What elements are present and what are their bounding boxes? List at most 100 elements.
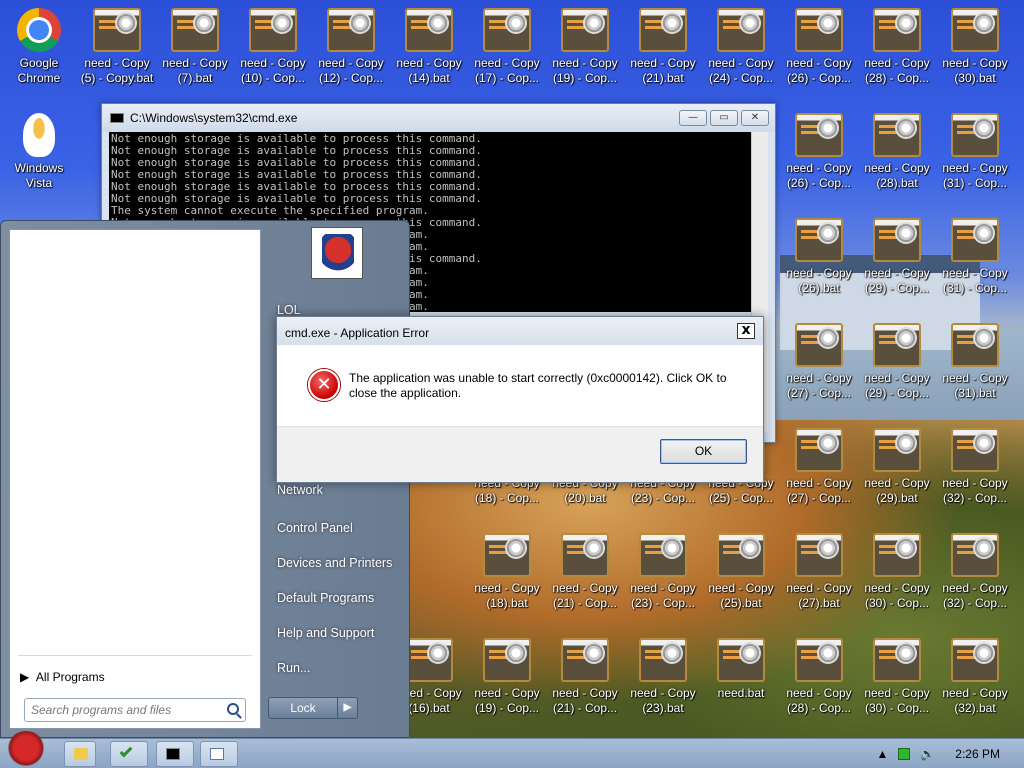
batch-file-icon — [873, 113, 921, 157]
desktop-icon-label: need - Copy (25).bat — [708, 581, 774, 610]
desktop-icon-bat[interactable]: need - Copy (10) - Cop... — [234, 8, 312, 86]
start-user-name[interactable]: LOL — [277, 303, 301, 317]
desktop-icon-bat[interactable]: need - Copy (27) - Cop... — [780, 323, 858, 401]
desktop-icon-label: need - Copy (31) - Cop... — [942, 266, 1008, 295]
desktop-icon-bat[interactable]: need - Copy (26) - Cop... — [780, 113, 858, 191]
desktop-icon-bat[interactable]: need - Copy (28).bat — [858, 113, 936, 191]
chrome-icon — [17, 8, 61, 52]
desktop-icon-bat[interactable]: need - Copy (29) - Cop... — [858, 218, 936, 296]
taskbar-program-button[interactable] — [110, 741, 148, 767]
desktop-icon-bat[interactable]: need - Copy (31) - Cop... — [936, 218, 1014, 296]
desktop-icon-bat[interactable]: need - Copy (21).bat — [624, 8, 702, 86]
desktop-icon-bat[interactable]: need - Copy (19) - Cop... — [468, 638, 546, 716]
network-icon[interactable] — [898, 748, 911, 760]
desktop-icon-bat[interactable]: need - Copy (7).bat — [156, 8, 234, 86]
desktop-icon-label: need - Copy (27).bat — [786, 581, 852, 610]
start-menu-item[interactable]: Control Panel — [277, 521, 353, 535]
search-icon[interactable] — [227, 703, 239, 715]
batch-file-icon — [717, 638, 765, 682]
batch-file-icon — [483, 533, 531, 577]
lock-button[interactable]: Lock ▶ — [268, 697, 358, 719]
desktop-icon-bat[interactable]: need - Copy (30) - Cop... — [858, 638, 936, 716]
desktop-icon-bat[interactable]: need - Copy (23).bat — [624, 638, 702, 716]
desktop-icon-label: Google Chrome — [17, 56, 61, 85]
maximize-button[interactable]: ▭ — [710, 110, 738, 126]
batch-file-icon — [561, 8, 609, 52]
desktop-icon-bat[interactable]: need - Copy (24) - Cop... — [702, 8, 780, 86]
desktop-icon-bat[interactable]: need - Copy (28) - Cop... — [858, 8, 936, 86]
desktop-icon-bat[interactable]: need - Copy (27).bat — [780, 533, 858, 611]
vista-icon — [23, 113, 55, 157]
ok-button[interactable]: OK — [660, 439, 747, 464]
desktop-icon-label: need - Copy (30).bat — [942, 56, 1008, 85]
desktop-icon-bat[interactable]: need - Copy (28) - Cop... — [780, 638, 858, 716]
minimize-button[interactable]: — — [679, 110, 707, 126]
start-button[interactable] — [4, 731, 48, 768]
desktop-icon-bat[interactable]: need - Copy (26).bat — [780, 218, 858, 296]
desktop-icon-label: need - Copy (21) - Cop... — [552, 686, 618, 715]
desktop-icon-label: need - Copy (23) - Cop... — [630, 581, 696, 610]
batch-file-icon — [249, 8, 297, 52]
batch-file-icon — [873, 533, 921, 577]
lock-options-arrow[interactable]: ▶ — [337, 698, 357, 718]
desktop-icon-label: need - Copy (30) - Cop... — [864, 686, 930, 715]
desktop-icon-egg[interactable]: Windows Vista — [0, 113, 78, 191]
dialog-close-button[interactable]: x — [737, 323, 755, 339]
desktop-icon-bat[interactable]: need - Copy (29) - Cop... — [858, 323, 936, 401]
desktop-icon-bat[interactable]: need - Copy (5) - Copy.bat — [78, 8, 156, 86]
search-input[interactable]: Search programs and files — [24, 698, 246, 722]
desktop-icon-bat[interactable]: need - Copy (21) - Cop... — [546, 638, 624, 716]
close-button[interactable]: ✕ — [741, 110, 769, 126]
taskbar-explorer-button[interactable] — [64, 741, 96, 767]
desktop-icon-bat[interactable]: need - Copy (14).bat — [390, 8, 468, 86]
taskbar-cmd-button[interactable] — [156, 741, 194, 767]
desktop-icon-label: need - Copy (18).bat — [474, 581, 540, 610]
cmd-titlebar[interactable]: C:\Windows\system32\cmd.exe — [102, 104, 775, 132]
desktop-icon-bat[interactable]: need - Copy (30) - Cop... — [858, 533, 936, 611]
batch-file-icon — [795, 8, 843, 52]
desktop-icon-label: need - Copy (14).bat — [396, 56, 462, 85]
batch-file-icon — [483, 8, 531, 52]
desktop-icon-bat[interactable]: need - Copy (31).bat — [936, 323, 1014, 401]
all-programs-button[interactable]: ▶ All Programs — [20, 670, 105, 684]
dialog-titlebar[interactable]: cmd.exe - Application Error — [277, 317, 763, 345]
desktop-icon-label: need - Copy (26) - Cop... — [786, 56, 852, 85]
error-icon: ✕ — [308, 369, 340, 401]
desktop-icon-label: need - Copy (31) - Cop... — [942, 161, 1008, 190]
start-menu-item[interactable]: Default Programs — [277, 591, 374, 605]
all-programs-label: All Programs — [35, 670, 105, 684]
start-menu-item[interactable]: Network — [277, 483, 323, 497]
start-menu-item[interactable]: Devices and Printers — [277, 556, 392, 570]
start-menu-item[interactable]: Run... — [277, 661, 310, 675]
desktop-icon-bat[interactable]: need - Copy (17) - Cop... — [468, 8, 546, 86]
desktop-icon-label: need - Copy (26).bat — [786, 266, 852, 295]
desktop-icon-bat[interactable]: need - Copy (21) - Cop... — [546, 533, 624, 611]
desktop-icon-bat[interactable]: need - Copy (32) - Cop... — [936, 533, 1014, 611]
batch-file-icon — [639, 8, 687, 52]
console-icon — [110, 113, 124, 123]
desktop-icon-bat[interactable]: need - Copy (12) - Cop... — [312, 8, 390, 86]
start-menu-item[interactable]: Help and Support — [277, 626, 374, 640]
desktop-icon-label: need - Copy (21).bat — [630, 56, 696, 85]
desktop-icon-label: need - Copy (7).bat — [162, 56, 228, 85]
desktop-icon-bat[interactable]: need - Copy (29).bat — [858, 428, 936, 506]
desktop-icon-bat[interactable]: need - Copy (30).bat — [936, 8, 1014, 86]
taskbar-window-button[interactable] — [200, 741, 238, 767]
desktop-icon-bat[interactable]: need - Copy (19) - Cop... — [546, 8, 624, 86]
desktop-icon-bat[interactable]: need - Copy (25).bat — [702, 533, 780, 611]
desktop-icon-bat[interactable]: need - Copy (32).bat — [936, 638, 1014, 716]
batch-file-icon — [795, 113, 843, 157]
desktop-icon-bat[interactable]: need - Copy (27) - Cop... — [780, 428, 858, 506]
avatar[interactable] — [311, 227, 363, 279]
volume-icon[interactable]: 🔈 — [920, 747, 935, 761]
desktop-icon-bat[interactable]: need - Copy (32) - Cop... — [936, 428, 1014, 506]
desktop-icon-bat[interactable]: need - Copy (18).bat — [468, 533, 546, 611]
desktop-icon-bat[interactable]: need - Copy (31) - Cop... — [936, 113, 1014, 191]
desktop-icon-chrome[interactable]: Google Chrome — [0, 8, 78, 86]
desktop-icon-label: need - Copy (19) - Cop... — [474, 686, 540, 715]
desktop-icon-bat[interactable]: need.bat — [702, 638, 780, 701]
show-hidden-icons[interactable]: ▲ — [876, 747, 888, 761]
clock[interactable]: 2:26 PM — [955, 747, 1000, 761]
desktop-icon-bat[interactable]: need - Copy (26) - Cop... — [780, 8, 858, 86]
desktop-icon-bat[interactable]: need - Copy (23) - Cop... — [624, 533, 702, 611]
